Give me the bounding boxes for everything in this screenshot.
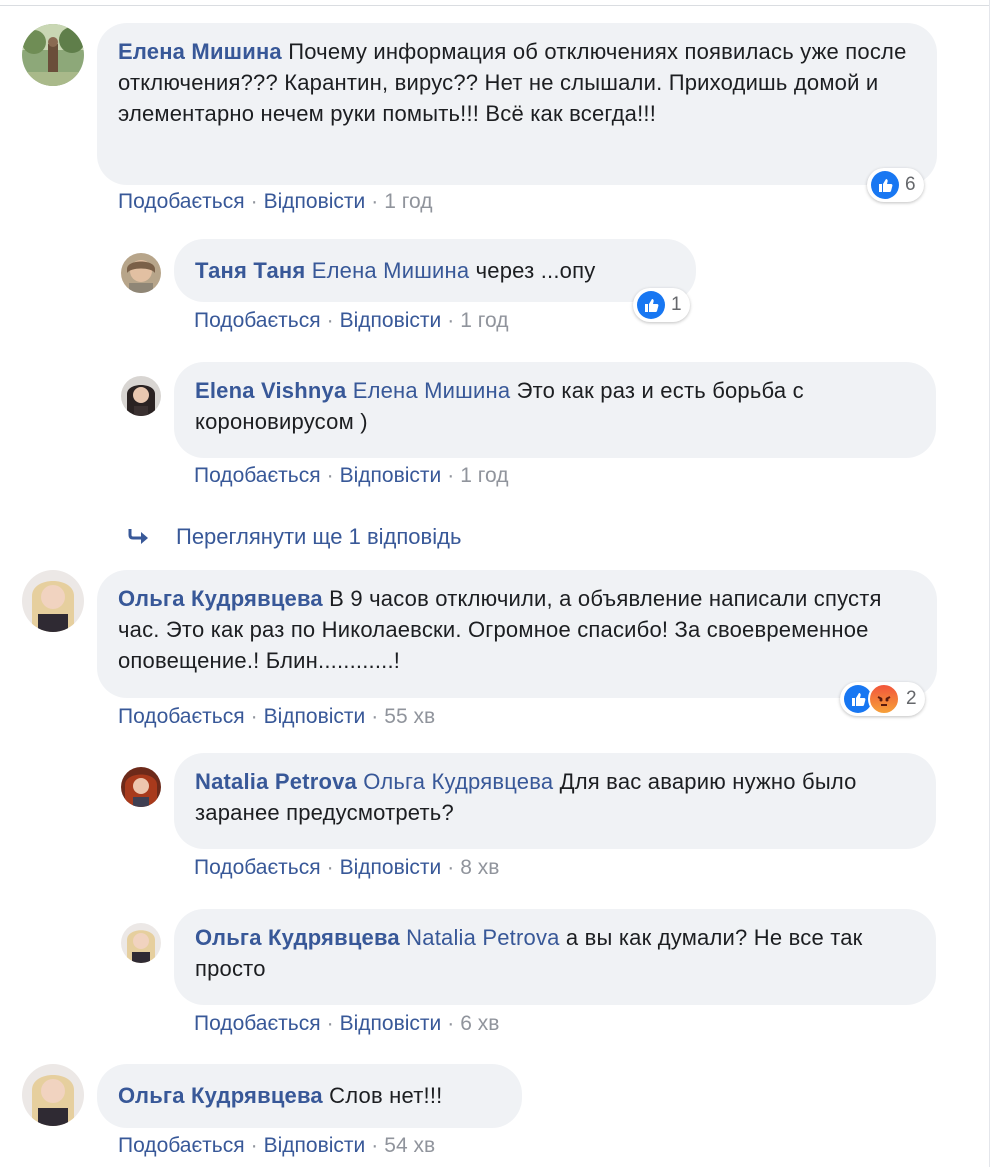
comment-bubble: Таня Таня Елена Мишина через ...опу bbox=[174, 239, 696, 302]
comment-bubble: Елена Мишина Почему информация об отключ… bbox=[97, 23, 937, 185]
comment-time[interactable]: 55 хв bbox=[384, 705, 435, 728]
mention-link[interactable]: Natalia Petrova bbox=[406, 925, 559, 950]
comment-bubble: Elena Vishnya Елена Мишина Это как раз и… bbox=[174, 362, 936, 458]
comment-bubble: Natalia Petrova Ольга Кудрявцева Для вас… bbox=[174, 753, 936, 849]
comment-bubble: Ольга Кудрявцева Слов нет!!! bbox=[97, 1064, 522, 1128]
comment-bubble: Ольга Кудрявцева Natalia Petrova а вы ка… bbox=[174, 909, 936, 1005]
mention-link[interactable]: Ольга Кудрявцева bbox=[363, 769, 553, 794]
comment-author[interactable]: Ольга Кудрявцева bbox=[118, 1083, 323, 1108]
comment-actions: Подобається · Відповісти · 55 хв bbox=[118, 705, 436, 728]
avatar[interactable] bbox=[121, 923, 161, 963]
comment-time[interactable]: 8 хв bbox=[460, 856, 499, 879]
comment-time[interactable]: 1 год bbox=[384, 190, 432, 213]
avatar-photo-icon bbox=[22, 24, 84, 86]
reaction-summary[interactable]: 1 bbox=[633, 288, 690, 322]
mention-link[interactable]: Елена Мишина bbox=[353, 378, 511, 403]
reply-link[interactable]: Відповісти bbox=[264, 190, 366, 213]
avatar[interactable] bbox=[121, 253, 161, 293]
like-link[interactable]: Подобається bbox=[118, 1134, 245, 1157]
comment-actions: Подобається · Відповісти · 1 год bbox=[194, 464, 509, 487]
avatar[interactable] bbox=[22, 1064, 84, 1126]
comment-text: через ...опу bbox=[475, 258, 596, 283]
like-link[interactable]: Подобається bbox=[194, 1012, 321, 1035]
reply-link[interactable]: Відповісти bbox=[340, 1012, 442, 1035]
comment-author[interactable]: Елена Мишина bbox=[118, 39, 282, 64]
avatar-photo-icon bbox=[121, 767, 161, 807]
like-link[interactable]: Подобається bbox=[194, 464, 321, 487]
reaction-summary[interactable]: 6 bbox=[867, 168, 924, 202]
like-link[interactable]: Подобається bbox=[194, 856, 321, 879]
reply-link[interactable]: Відповісти bbox=[340, 856, 442, 879]
avatar[interactable] bbox=[121, 767, 161, 807]
reaction-count: 6 bbox=[905, 174, 916, 195]
avatar[interactable] bbox=[22, 570, 84, 632]
view-more-replies-label[interactable]: Переглянути ще 1 відповідь bbox=[176, 524, 461, 550]
comment-actions: Подобається · Відповісти · 6 хв bbox=[194, 1012, 500, 1035]
comment-bubble: Ольга Кудрявцева В 9 часов отключили, а … bbox=[97, 570, 937, 698]
reaction-summary[interactable]: 2 bbox=[840, 682, 925, 716]
comment-author[interactable]: Elena Vishnya bbox=[195, 378, 346, 403]
avatar[interactable] bbox=[121, 376, 161, 416]
avatar-photo-icon bbox=[121, 253, 161, 293]
reply-arrow-icon bbox=[128, 529, 148, 544]
comment-author[interactable]: Ольга Кудрявцева bbox=[118, 586, 323, 611]
reply-link[interactable]: Відповісти bbox=[340, 464, 442, 487]
comment-actions: Подобається · Відповісти · 54 хв bbox=[118, 1134, 436, 1157]
like-icon bbox=[637, 291, 665, 319]
avatar-photo-icon bbox=[22, 570, 84, 632]
top-divider bbox=[0, 5, 990, 6]
reaction-count: 1 bbox=[671, 294, 682, 315]
scrollbar-track[interactable] bbox=[989, 0, 999, 1167]
avatar[interactable] bbox=[22, 24, 84, 86]
reply-link[interactable]: Відповісти bbox=[340, 309, 442, 332]
mention-link[interactable]: Елена Мишина bbox=[312, 258, 470, 283]
like-link[interactable]: Подобається bbox=[118, 705, 245, 728]
comment-time[interactable]: 54 хв bbox=[384, 1134, 435, 1157]
comment-text: Слов нет!!! bbox=[329, 1083, 443, 1108]
avatar-photo-icon bbox=[121, 376, 161, 416]
comment-time[interactable]: 1 год bbox=[460, 309, 508, 332]
avatar-photo-icon bbox=[22, 1064, 84, 1126]
like-link[interactable]: Подобається bbox=[118, 190, 245, 213]
comment-actions: Подобається · Відповісти · 1 год bbox=[118, 190, 433, 213]
reaction-count: 2 bbox=[906, 688, 917, 709]
comment-author[interactable]: Ольга Кудрявцева bbox=[195, 925, 400, 950]
reply-link[interactable]: Відповісти bbox=[264, 1134, 366, 1157]
avatar-photo-icon bbox=[121, 923, 161, 963]
like-icon bbox=[871, 171, 899, 199]
comment-actions: Подобається · Відповісти · 8 хв bbox=[194, 856, 500, 879]
comment-actions: Подобається · Відповісти · 1 год bbox=[194, 309, 509, 332]
comment-time[interactable]: 1 год bbox=[460, 464, 508, 487]
angry-icon bbox=[868, 683, 900, 715]
reply-link[interactable]: Відповісти bbox=[264, 705, 366, 728]
comment-author[interactable]: Таня Таня bbox=[195, 258, 305, 283]
comment-author[interactable]: Natalia Petrova bbox=[195, 769, 357, 794]
comment-time[interactable]: 6 хв bbox=[460, 1012, 499, 1035]
view-more-replies[interactable]: Переглянути ще 1 відповідь bbox=[128, 524, 461, 550]
like-link[interactable]: Подобається bbox=[194, 309, 321, 332]
